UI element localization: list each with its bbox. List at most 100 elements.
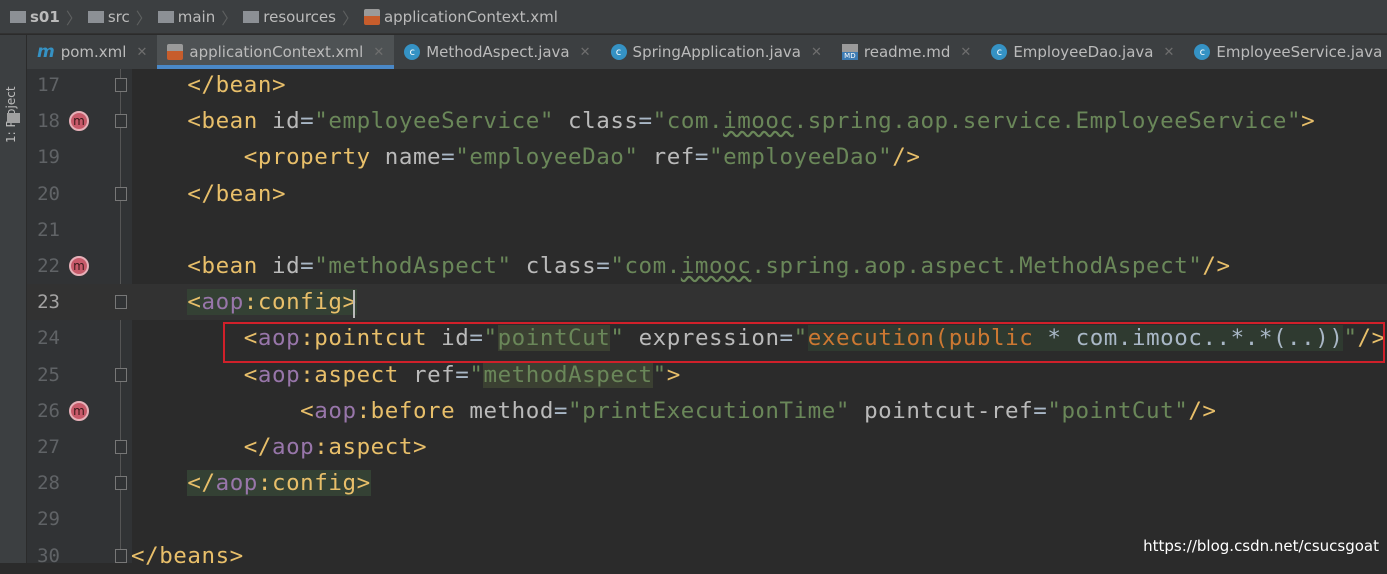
- breadcrumb-item[interactable]: main: [157, 8, 215, 26]
- code-token: =: [300, 253, 315, 279]
- code-line: 26 m <aop:before method="printExecutionTi…: [27, 393, 1387, 429]
- code-token: =: [553, 397, 569, 424]
- fold-marker-icon[interactable]: [115, 78, 127, 92]
- tab-pom-xml[interactable]: m pom.xml ✕: [27, 35, 157, 69]
- fold-marker-icon[interactable]: [115, 440, 127, 454]
- code-token: :aspect: [300, 361, 413, 388]
- line-number: 27: [37, 436, 60, 458]
- code-line: 20 </bean>: [27, 176, 1387, 212]
- code-token: :aspect>: [314, 434, 428, 460]
- line-number: 30: [37, 544, 60, 567]
- code-token: :config>: [257, 470, 371, 497]
- close-icon[interactable]: ✕: [373, 45, 384, 60]
- code-line: 17 </bean>: [27, 67, 1387, 103]
- code-text: <property name="employeeDao" ref="employ…: [131, 144, 920, 170]
- fold-marker-icon[interactable]: [115, 367, 127, 382]
- code-token: :before: [356, 397, 470, 424]
- breadcrumb-item[interactable]: resources: [243, 8, 336, 26]
- line-number: 26: [37, 399, 60, 422]
- code-token: class: [568, 108, 639, 135]
- tab-readme-md[interactable]: MD readme.md ✕: [832, 35, 981, 69]
- code-token: <bean: [187, 108, 272, 135]
- close-icon[interactable]: ✕: [580, 45, 591, 60]
- line-number: 19: [37, 146, 60, 169]
- tab-springapplication-java[interactable]: c SpringApplication.java ✕: [601, 35, 832, 69]
- line-number: 22: [37, 255, 60, 277]
- spring-bean-icon[interactable]: m: [69, 256, 89, 276]
- code-token: "printExecutionTime": [568, 397, 850, 424]
- line-number: 17: [37, 74, 60, 96]
- chevron-right-icon: 〉: [135, 8, 152, 28]
- xml-file-icon: [363, 8, 380, 25]
- fold-marker-icon[interactable]: [115, 114, 127, 129]
- close-icon[interactable]: ✕: [136, 45, 147, 60]
- tab-employeeservice-java[interactable]: cEmployeeService.java✕: [1184, 35, 1387, 69]
- fold-marker-icon[interactable]: [115, 186, 127, 201]
- breadcrumb-item[interactable]: src: [87, 7, 130, 26]
- code-token: =: [694, 144, 710, 171]
- code-token: aop: [215, 470, 258, 497]
- code-token: "pointCut": [1047, 397, 1189, 424]
- code-token: aop: [201, 289, 244, 316]
- breadcrumb-label: src: [107, 7, 130, 26]
- code-token: =: [596, 253, 611, 279]
- close-icon[interactable]: ✕: [960, 45, 971, 60]
- code-editor[interactable]: 17 </bean> 18 m <bean id="employeeService"…: [27, 67, 1387, 569]
- tab-employeedao-java[interactable]: c EmployeeDao.java ✕: [981, 35, 1184, 69]
- markdown-icon: MD: [841, 44, 858, 60]
- code-token: id: [271, 108, 301, 135]
- code-text: <aop:config>: [131, 289, 357, 316]
- tab-label: applicationContext.xml: [189, 43, 364, 61]
- code-token: ref: [652, 144, 695, 171]
- fold-marker-icon[interactable]: [115, 548, 127, 563]
- tab-methodaspect-java[interactable]: c MethodAspect.java ✕: [394, 35, 600, 69]
- code-token: <: [187, 289, 202, 316]
- code-token: </: [243, 434, 272, 460]
- breadcrumb-item[interactable]: s01: [10, 8, 60, 26]
- code-token: =: [638, 108, 653, 135]
- line-number: 28: [37, 472, 60, 495]
- close-icon[interactable]: ✕: [1163, 45, 1174, 60]
- code-token: imooc: [680, 253, 752, 279]
- code-token: "com.: [610, 253, 681, 279]
- editor-tabs: m pom.xml ✕ applicationContext.xml ✕ c MethodA…: [27, 35, 1387, 69]
- code-line: 19 <property name="employeeDao" ref="emp…: [27, 139, 1387, 175]
- code-line: 18 m <bean id="employeeService" class="co…: [27, 103, 1387, 139]
- code-token: >: [1301, 108, 1316, 135]
- code-token: "employeeDao": [455, 144, 639, 171]
- tab-label: pom.xml: [60, 43, 127, 61]
- spring-bean-icon[interactable]: m: [69, 400, 89, 421]
- code-token: </bean>: [187, 72, 287, 98]
- code-line: 22 m <bean id="methodAspect" class="com.i…: [27, 248, 1387, 284]
- tab-applicationcontext-xml[interactable]: applicationContext.xml ✕: [157, 35, 395, 69]
- code-token: <property: [243, 144, 385, 171]
- folder-icon: [157, 10, 174, 23]
- code-text: <bean id="methodAspect" class="com.imooc…: [131, 253, 1231, 279]
- breadcrumb-item[interactable]: applicationContext.xml: [363, 8, 558, 26]
- code-text: <aop:before method="printExecutionTime" …: [131, 398, 1217, 424]
- spring-bean-icon[interactable]: m: [69, 111, 89, 132]
- fold-marker-icon[interactable]: [115, 295, 127, 310]
- code-token: >: [666, 361, 681, 388]
- breadcrumb: s01 〉 src 〉 main 〉 resources 〉 applicationContex…: [0, 0, 1387, 34]
- folder-icon: [243, 10, 260, 23]
- code-token: </: [187, 470, 216, 497]
- code-token: :config>: [243, 289, 357, 316]
- tab-label: readme.md: [863, 43, 951, 61]
- folder-icon: [87, 10, 104, 23]
- line-number: 29: [37, 508, 60, 531]
- code-line: 27 </aop:aspect>: [27, 429, 1387, 465]
- highlight-annotation-box: [223, 322, 1385, 363]
- close-icon[interactable]: ✕: [811, 45, 822, 60]
- fold-marker-icon[interactable]: [115, 476, 127, 491]
- tab-label: EmployeeDao.java: [1013, 43, 1154, 61]
